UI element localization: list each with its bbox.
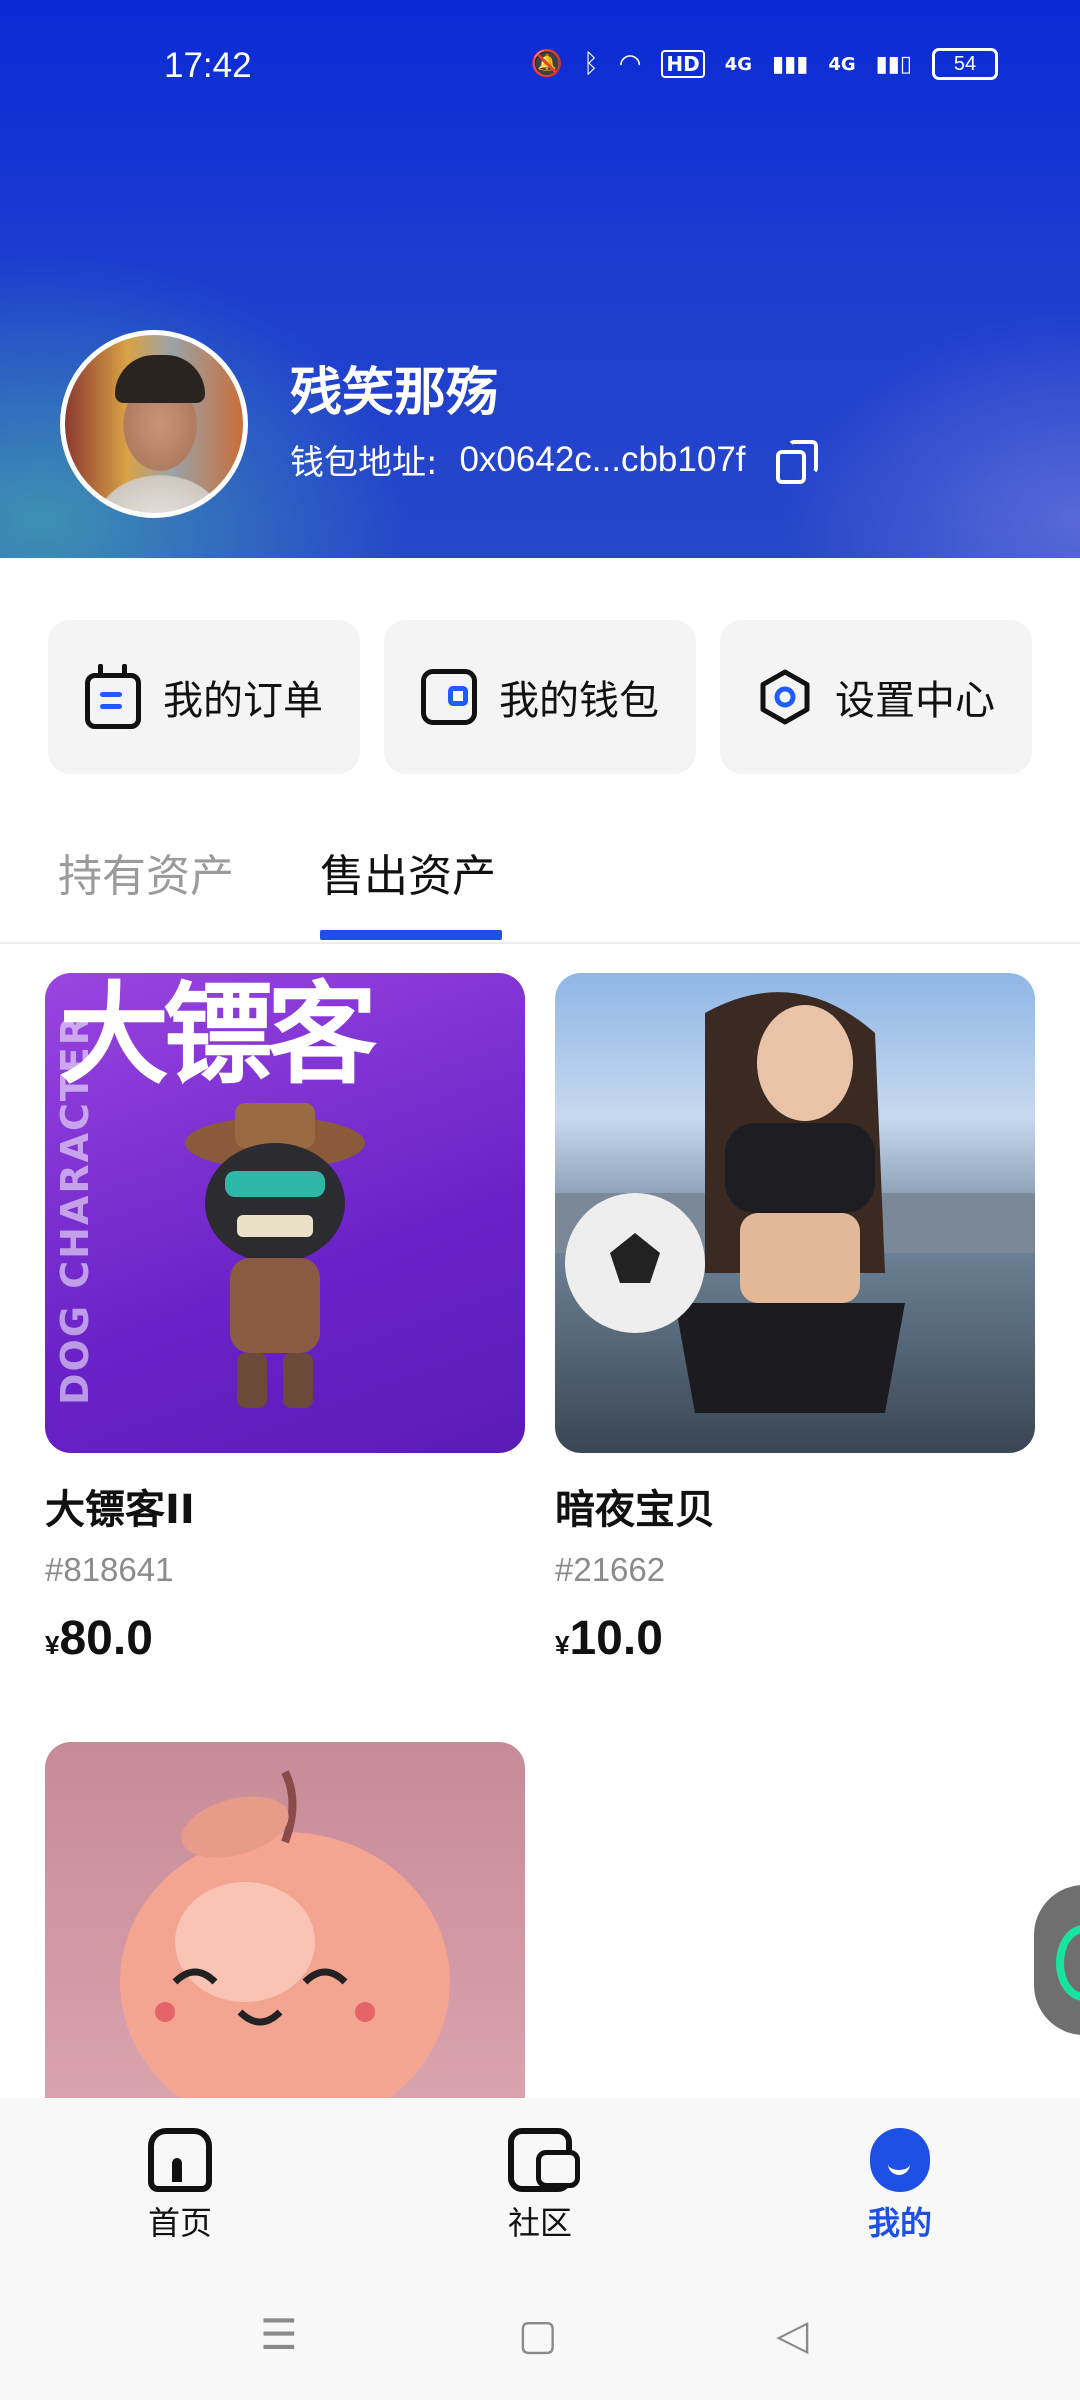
- settings-icon: [757, 669, 813, 725]
- avatar-hair: [115, 355, 205, 403]
- home-square-icon[interactable]: ▢: [518, 2310, 558, 2359]
- character-figure: [185, 1103, 365, 1408]
- back-icon[interactable]: ◁: [776, 2310, 808, 2359]
- price-value: 80.0: [59, 1612, 153, 1665]
- nav-me-label: 我的: [867, 2204, 932, 2242]
- peach-illustration: [120, 1770, 450, 2098]
- home-icon: [148, 2128, 212, 2192]
- asset-code: #21662: [555, 1551, 666, 1588]
- bluetooth-icon: ᛒ: [583, 49, 599, 79]
- asset-card[interactable]: [45, 1742, 525, 2098]
- signal-4g-icon: 4G: [724, 53, 753, 75]
- thumbnail-side-text: DOG CHARACTER: [53, 1013, 97, 1405]
- settings-center-label: 设置中心: [835, 678, 995, 724]
- asset-thumbnail: 大镖客 DOG CHARACTER: [45, 973, 525, 1453]
- menu-icon[interactable]: ☰: [260, 2310, 298, 2359]
- tab-held-assets[interactable]: 持有资产: [58, 840, 234, 904]
- currency-symbol: ¥: [555, 1630, 570, 1660]
- signal-4g-icon: 4G: [828, 53, 856, 75]
- asset-price: ¥80.0: [45, 1611, 525, 1666]
- asset-tabs: 持有资产 售出资产: [0, 830, 1080, 944]
- wifi-icon: ◠: [618, 49, 642, 79]
- wallet-address-label: 钱包地址:: [290, 443, 438, 483]
- battery-indicator: 54: [932, 48, 998, 80]
- wallet-icon: [421, 669, 477, 725]
- floating-assistant-button[interactable]: [1034, 1885, 1080, 2035]
- bottom-nav: 首页 社区 我的 ☰ ▢ ◁: [0, 2098, 1080, 2400]
- username: 残笑那殇: [290, 363, 499, 423]
- wallet-address: 0x0642c...cbb107f: [459, 439, 746, 479]
- status-time: 17:42: [164, 46, 252, 85]
- my-wallet-label: 我的钱包: [499, 678, 659, 724]
- avatar[interactable]: [60, 330, 248, 518]
- my-wallet-button[interactable]: 我的钱包: [384, 620, 696, 774]
- status-bar: 17:42 🔕 ᛒ ◠ HD 4G ▮▮▮ 4G ▮▮▯ 54: [0, 0, 1080, 140]
- footballer-illustration: [555, 992, 1035, 1413]
- nav-me[interactable]: 我的: [800, 2128, 1000, 2244]
- hd-icon: HD: [661, 50, 705, 78]
- active-tab-indicator: [320, 930, 502, 940]
- currency-symbol: ¥: [45, 1630, 60, 1660]
- profile-header: 17:42 🔕 ᛒ ◠ HD 4G ▮▮▮ 4G ▮▮▯ 54 残笑那殇 钱包地…: [0, 0, 1080, 558]
- asset-title: 暗夜宝贝: [555, 1487, 715, 1533]
- my-orders-label: 我的订单: [163, 678, 323, 724]
- signal-bars-icon: ▮▮▯: [875, 51, 912, 77]
- asset-card[interactable]: 大镖客 DOG CHARACTER 大镖客II #818641 ¥80.0: [45, 973, 525, 1666]
- tab-sold-assets[interactable]: 售出资产: [320, 840, 496, 904]
- asset-thumbnail: [45, 1742, 525, 2098]
- quick-actions: 我的订单 我的钱包 设置中心: [48, 620, 1032, 774]
- nav-home-label: 首页: [147, 2204, 212, 2242]
- nav-home[interactable]: 首页: [80, 2128, 280, 2244]
- system-nav-bar: ☰ ▢ ◁: [0, 2310, 1080, 2370]
- nav-community[interactable]: 社区: [440, 2128, 640, 2244]
- nav-community-label: 社区: [507, 2204, 572, 2242]
- my-orders-button[interactable]: 我的订单: [48, 620, 360, 774]
- asset-title: 大镖客II: [45, 1487, 195, 1533]
- price-value: 10.0: [569, 1612, 663, 1665]
- asset-price: ¥10.0: [555, 1611, 1035, 1666]
- settings-center-button[interactable]: 设置中心: [720, 620, 1032, 774]
- asset-card[interactable]: 暗夜宝贝 #21662 ¥10.0: [555, 973, 1035, 1666]
- status-icons: 🔕 ᛒ ◠ HD 4G ▮▮▮ 4G ▮▮▯ 54: [531, 48, 998, 80]
- order-icon: [85, 664, 141, 729]
- chat-icon: [508, 2128, 580, 2192]
- copy-icon[interactable]: [775, 439, 818, 484]
- signal-bars-icon: ▮▮▮: [772, 51, 809, 77]
- asset-thumbnail: [555, 973, 1035, 1453]
- mute-bell-icon: 🔕: [530, 49, 564, 79]
- asset-code: #818641: [45, 1551, 174, 1588]
- wallet-address-row: 钱包地址: 0x0642c...cbb107f: [290, 435, 818, 484]
- profile-icon: [870, 2128, 930, 2192]
